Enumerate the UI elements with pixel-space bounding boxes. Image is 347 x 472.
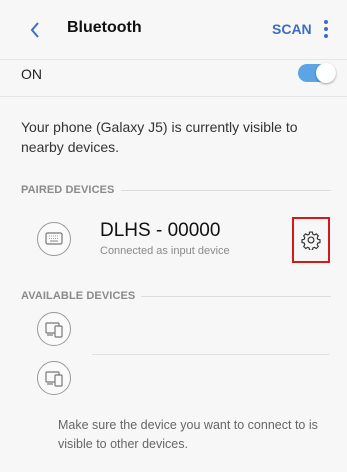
bluetooth-state-label: ON — [21, 66, 42, 82]
pairing-hint: Make sure the device you want to connect… — [58, 418, 318, 451]
section-divider — [120, 189, 331, 191]
toggle-knob — [316, 63, 336, 83]
gear-icon — [301, 230, 321, 255]
bluetooth-toggle-row[interactable]: ON — [0, 60, 347, 95]
page-title: Bluetooth — [67, 19, 142, 36]
device-status: Connected as input device — [100, 245, 230, 257]
paired-devices-header: PAIRED DEVICES — [21, 183, 331, 197]
device-name: DLHS - 00000 — [100, 220, 221, 241]
app-header: Bluetooth SCAN — [0, 0, 347, 60]
devices-icon — [37, 361, 71, 395]
scan-button[interactable]: SCAN — [272, 21, 312, 37]
bluetooth-toggle[interactable] — [298, 63, 336, 83]
section-divider — [141, 295, 331, 297]
row-divider — [92, 354, 329, 355]
divider — [0, 96, 347, 97]
available-devices-header: AVAILABLE DEVICES — [21, 289, 331, 303]
available-devices-label: AVAILABLE DEVICES — [21, 290, 136, 302]
device-settings-button[interactable] — [292, 217, 330, 263]
chevron-left-icon[interactable] — [30, 22, 40, 38]
devices-icon — [37, 312, 71, 346]
visibility-message: Your phone (Galaxy J5) is currently visi… — [21, 119, 298, 155]
keyboard-icon — [37, 222, 71, 256]
more-vertical-icon[interactable] — [323, 20, 329, 40]
paired-devices-label: PAIRED DEVICES — [21, 184, 115, 196]
